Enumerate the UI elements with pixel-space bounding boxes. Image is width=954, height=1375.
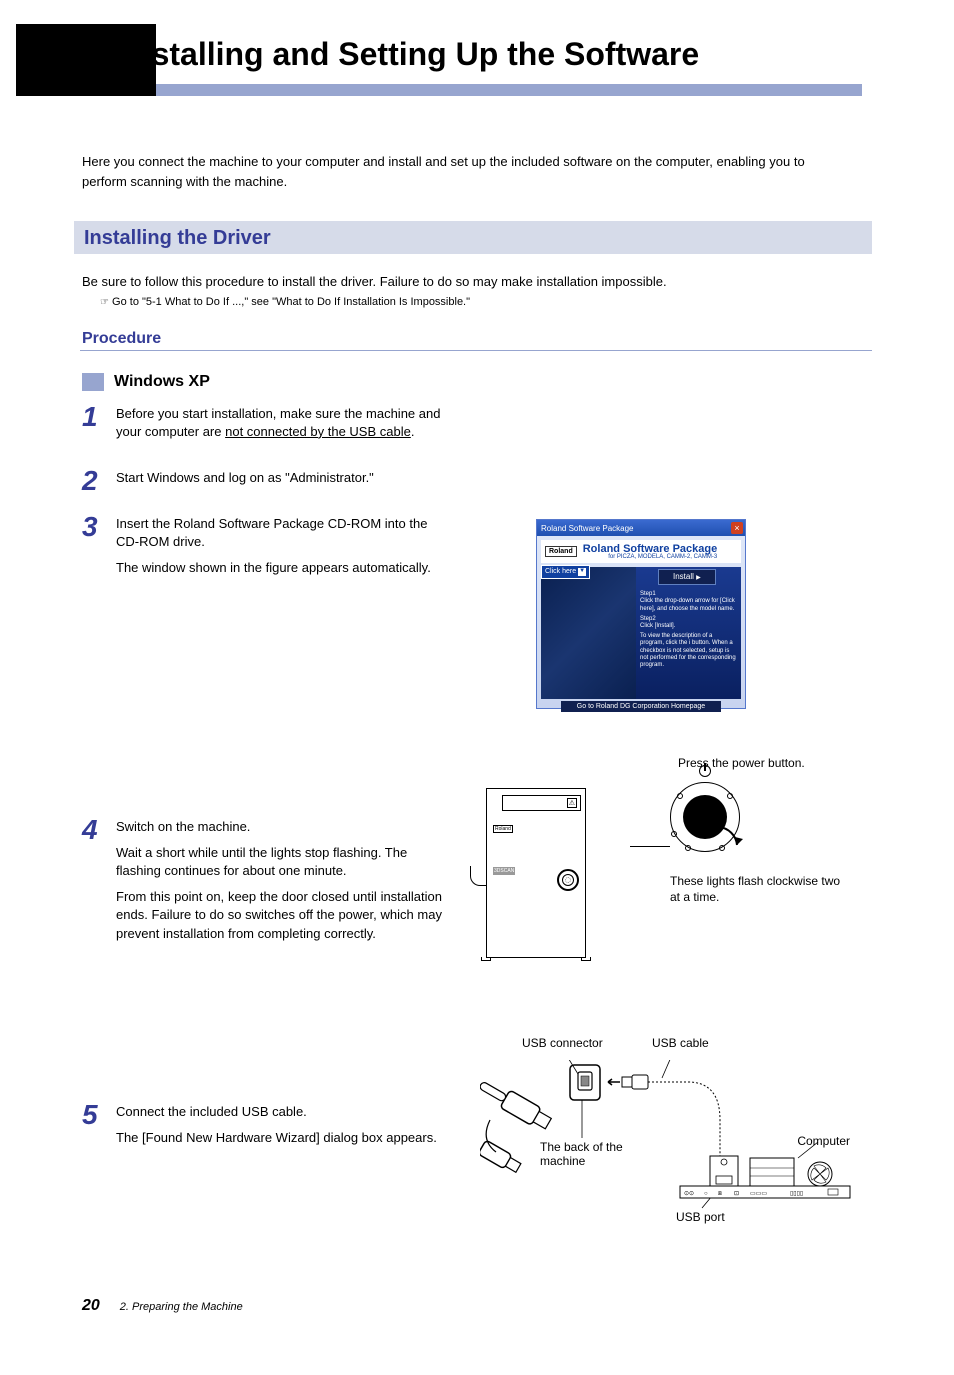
step-lead: Insert the Roland Software Package CD-RO…	[116, 515, 442, 551]
homepage-button: Go to Roland DG Corporation Homepage	[561, 701, 721, 712]
warning-icon: ⚠	[567, 798, 577, 808]
svg-text:▭▭▭: ▭▭▭	[750, 1191, 767, 1197]
machine-port	[557, 869, 579, 891]
svg-text:⊙⊙: ⊙⊙	[684, 1191, 694, 1197]
step-lead: Before you start installation, make sure…	[116, 405, 442, 441]
software-package-screenshot: Roland Software Package × Roland Roland …	[536, 519, 746, 709]
step-1: 1 Before you start installation, make su…	[82, 403, 842, 449]
decorative-image: Click here ▼	[541, 567, 636, 699]
step-2: 2 Start Windows and log on as "Administr…	[82, 467, 842, 495]
step-number: 4	[82, 816, 116, 844]
step-number: 3	[82, 513, 116, 541]
lead-line	[470, 866, 486, 886]
step1-text: Click the drop-down arrow for [Click her…	[640, 598, 737, 612]
usb-connector-label: USB connector	[522, 1036, 603, 1050]
lights-caption: These lights flash clockwise two at a ti…	[670, 874, 850, 905]
step-lead: Switch on the machine.	[116, 818, 442, 836]
model-badge: 3DSCAN	[493, 867, 515, 875]
usb-diagram-svg: ⊙⊙ ○ ⧈ ⊡ ▭▭▭ ▯▯▯▯	[480, 1060, 870, 1240]
step-body: Start Windows and log on as "Administrat…	[116, 467, 842, 495]
machine-diagram: ⚠ Roland 3DSCAN	[476, 788, 594, 968]
step1-label: Step1	[640, 591, 737, 598]
step-text: From this point on, keep the door closed…	[116, 888, 442, 943]
cross-ref-text: Go to "5-1 What to Do If ...," see "What…	[112, 296, 470, 308]
procedure-heading: Procedure	[82, 330, 842, 348]
window-title: Roland Software Package	[541, 524, 634, 533]
step-body: Before you start installation, make sure…	[116, 403, 842, 449]
svg-text:⊡: ⊡	[734, 1191, 739, 1197]
usb-connection-diagram: USB connector USB cable The back of the …	[480, 1060, 870, 1240]
window-middle: Click here ▼ Install ▶ Step1 Click the d…	[541, 567, 741, 699]
roland-logo: Roland	[545, 546, 577, 557]
page-title: 2-4 Installing and Setting Up the Softwa…	[68, 36, 699, 73]
step-lead: Connect the included USB cable.	[116, 1103, 442, 1121]
svg-text:⧈: ⧈	[718, 1191, 722, 1197]
svg-text:○: ○	[704, 1191, 708, 1197]
page-number: 20	[82, 1297, 100, 1315]
roland-badge: Roland	[493, 825, 513, 833]
install-button: Install ▶	[658, 569, 716, 585]
step-lead: Start Windows and log on as "Administrat…	[116, 469, 442, 487]
step-text: The [Found New Hardware Wizard] dialog b…	[116, 1129, 442, 1147]
step-number: 2	[82, 467, 116, 495]
machine-top-panel: ⚠	[502, 795, 581, 811]
step2-text: Click [Install].	[640, 623, 737, 630]
power-caption: Press the power button.	[678, 756, 805, 772]
intro-paragraph: Here you connect the machine to your com…	[82, 152, 842, 191]
close-icon: ×	[731, 522, 743, 534]
window-titlebar: Roland Software Package ×	[537, 520, 745, 536]
procedure-underline	[80, 350, 872, 351]
usb-cable-label: USB cable	[652, 1036, 709, 1050]
os-square-icon	[82, 373, 104, 391]
lead-line	[630, 846, 670, 847]
step2-label: Step2	[640, 616, 737, 623]
chapter-label: 2. Preparing the Machine	[120, 1301, 243, 1313]
step-text: The window shown in the figure appears a…	[116, 559, 442, 577]
machine-body: ⚠ Roland 3DSCAN	[486, 788, 586, 958]
arrow-icon	[717, 825, 747, 855]
click-here-dropdown: Click here ▼	[541, 565, 590, 579]
brand-row: Roland Roland Software Package for PICZA…	[541, 540, 741, 563]
section-note: Be sure to follow this procedure to inst…	[82, 272, 842, 292]
page-footer: 20 2. Preparing the Machine	[82, 1297, 243, 1315]
pointer-icon: ☞	[100, 297, 109, 308]
step-number: 5	[82, 1101, 116, 1129]
dropdown-arrow-icon: ▼	[578, 568, 586, 576]
cross-reference: ☞ Go to "5-1 What to Do If ...," see "Wh…	[100, 296, 842, 308]
instruction-panel: Install ▶ Step1 Click the drop-down arro…	[636, 567, 741, 699]
section-title: Installing the Driver	[84, 227, 271, 249]
desc-text: To view the description of a program, cl…	[640, 633, 737, 669]
power-button-diagram	[670, 782, 740, 852]
power-icon	[699, 765, 711, 777]
os-heading: Windows XP	[82, 373, 842, 391]
os-name: Windows XP	[114, 373, 210, 391]
window-body: Roland Roland Software Package for PICZA…	[537, 536, 745, 716]
section-header: Installing the Driver	[74, 221, 872, 254]
step-text: Wait a short while until the lights stop…	[116, 844, 442, 880]
machine-base	[481, 957, 591, 961]
svg-text:▯▯▯▯: ▯▯▯▯	[790, 1191, 803, 1197]
step-number: 1	[82, 403, 116, 431]
